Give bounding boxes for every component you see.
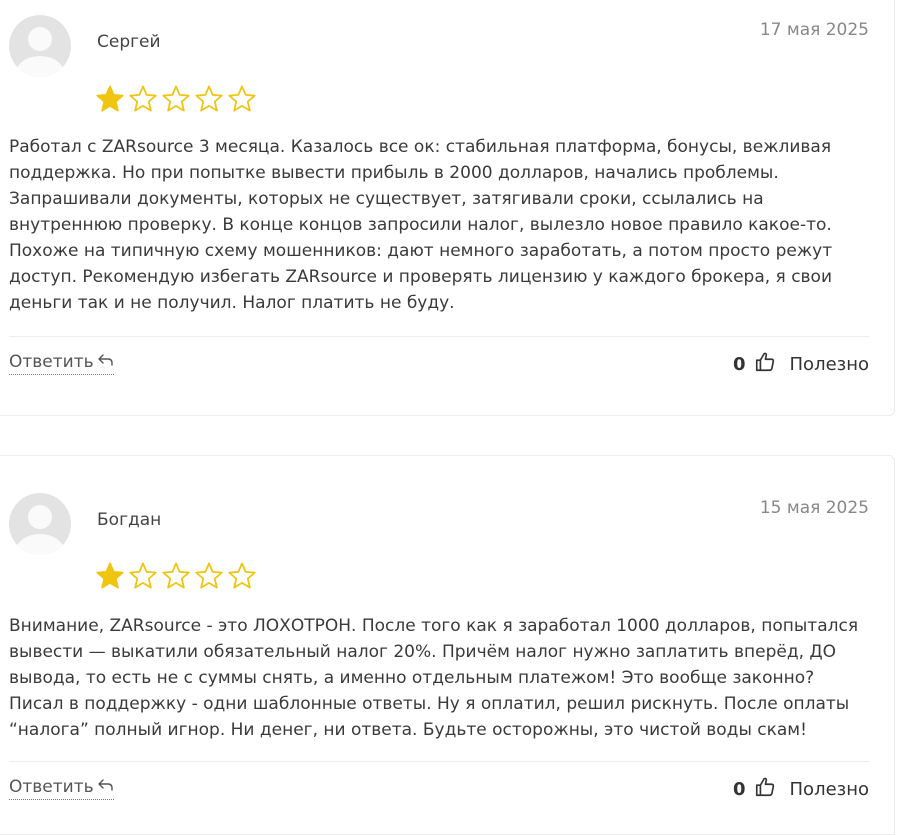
divider (9, 336, 869, 337)
reply-label: Ответить (9, 352, 94, 372)
star-rating (95, 84, 257, 113)
review-card: Богдан 15 мая 2025 Внимание, ZARsource -… (0, 455, 895, 835)
review-date: 17 мая 2025 (759, 20, 869, 40)
star-empty-icon (128, 84, 158, 113)
useful-button[interactable]: Полезно (790, 779, 869, 800)
useful-button[interactable]: Полезно (790, 354, 869, 375)
star-empty-icon (161, 561, 191, 590)
review-card: Сергей 17 мая 2025 Работал с ZARsource 3… (0, 0, 895, 416)
star-empty-icon (161, 84, 191, 113)
divider (9, 761, 869, 762)
reply-label: Ответить (9, 777, 94, 797)
reply-button[interactable]: Ответить (9, 777, 114, 800)
star-filled-icon (95, 84, 125, 113)
star-empty-icon (227, 561, 257, 590)
review-text: Работал с ZARsource 3 месяца. Казалось в… (9, 137, 833, 313)
user-avatar-icon (9, 493, 71, 555)
reply-arrow-icon (97, 352, 114, 372)
user-avatar-icon (9, 15, 71, 77)
star-filled-icon (95, 561, 125, 590)
thumbs-up-icon[interactable] (754, 351, 776, 377)
review-date: 15 мая 2025 (759, 498, 869, 518)
useful-count: 0 (732, 778, 746, 800)
review-text: Внимание, ZARsource - это ЛОХОТРОН. Посл… (9, 616, 859, 740)
review-author: Сергей (97, 32, 161, 52)
reply-button[interactable]: Ответить (9, 352, 114, 375)
thumbs-up-icon[interactable] (754, 776, 776, 802)
reply-arrow-icon (97, 777, 114, 797)
useful-count: 0 (732, 353, 746, 375)
star-empty-icon (128, 561, 158, 590)
star-rating (95, 561, 257, 590)
star-empty-icon (227, 84, 257, 113)
useful-block: 0 Полезно (733, 776, 869, 802)
review-author: Богдан (97, 510, 162, 530)
star-empty-icon (194, 561, 224, 590)
useful-block: 0 Полезно (733, 351, 869, 377)
star-empty-icon (194, 84, 224, 113)
